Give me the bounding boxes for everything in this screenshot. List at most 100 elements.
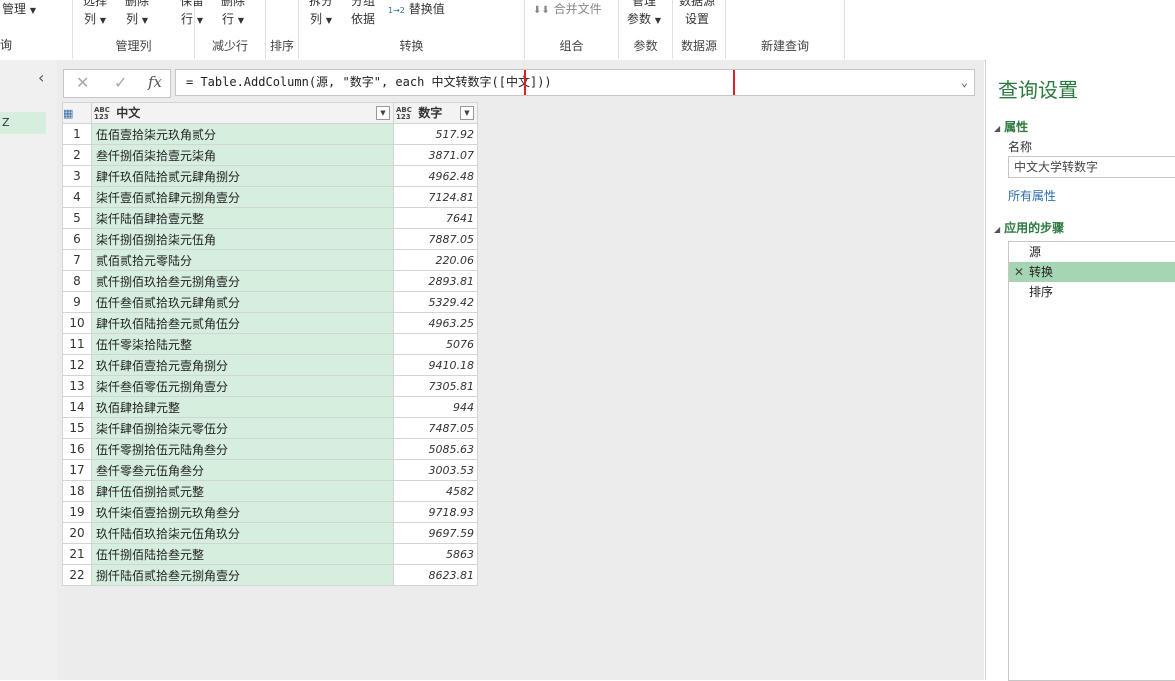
filter-dropdown-icon[interactable]: ▼ bbox=[460, 106, 474, 120]
query-name-input[interactable]: 中文大学转数字 bbox=[1008, 156, 1175, 178]
table-row[interactable]: 15 柒仟肆佰捌拾柒元零伍分 7487.05 bbox=[62, 417, 478, 439]
column-header-chinese[interactable]: ABC 123 中文 ▼ bbox=[91, 102, 394, 124]
cell-chinese[interactable]: 肆仟玖佰陆拾叁元贰角伍分 bbox=[91, 312, 394, 334]
cell-chinese[interactable]: 伍仟捌佰陆拾叁元整 bbox=[91, 543, 394, 565]
delete-step-icon[interactable]: ✕ bbox=[1014, 262, 1024, 282]
row-number[interactable]: 19 bbox=[62, 501, 92, 523]
cell-number[interactable]: 7487.05 bbox=[393, 417, 478, 439]
row-number[interactable]: 8 bbox=[62, 270, 92, 292]
cell-number[interactable]: 4962.48 bbox=[393, 165, 478, 187]
manage-button[interactable]: 管理 ▼ bbox=[2, 0, 36, 20]
table-row[interactable]: 20 玖仟陆佰玖拾柒元伍角玖分 9697.59 bbox=[62, 522, 478, 544]
table-row[interactable]: 17 叁仟零叁元伍角叁分 3003.53 bbox=[62, 459, 478, 481]
properties-section-header[interactable]: ◢ 属性 bbox=[994, 118, 1028, 135]
manage-parameters-button[interactable]: 管理 参数 ▼ bbox=[627, 0, 661, 30]
cancel-icon[interactable]: ✕ bbox=[76, 73, 89, 92]
row-number[interactable]: 21 bbox=[62, 543, 92, 565]
table-row[interactable]: 21 伍仟捌佰陆拾叁元整 5863 bbox=[62, 543, 478, 565]
row-number[interactable]: 22 bbox=[62, 564, 92, 586]
confirm-icon[interactable]: ✓ bbox=[114, 73, 127, 92]
row-number[interactable]: 10 bbox=[62, 312, 92, 334]
chevron-left-icon[interactable]: ‹ bbox=[38, 68, 44, 87]
cell-number[interactable]: 2893.81 bbox=[393, 270, 478, 292]
cell-chinese[interactable]: 肆仟伍佰捌拾贰元整 bbox=[91, 480, 394, 502]
cell-number[interactable]: 5329.42 bbox=[393, 291, 478, 313]
cell-number[interactable]: 7887.05 bbox=[393, 228, 478, 250]
cell-chinese[interactable]: 捌仟陆佰贰拾叁元捌角壹分 bbox=[91, 564, 394, 586]
table-row[interactable]: 3 肆仟玖佰陆拾贰元肆角捌分 4962.48 bbox=[62, 165, 478, 187]
cell-number[interactable]: 517.92 bbox=[393, 123, 478, 145]
cell-chinese[interactable]: 伍佰壹拾柒元玖角贰分 bbox=[91, 123, 394, 145]
replace-values-button[interactable]: 1→2 替换值 bbox=[388, 0, 445, 20]
row-number[interactable]: 1 bbox=[62, 123, 92, 145]
row-number[interactable]: 15 bbox=[62, 417, 92, 439]
row-number[interactable]: 6 bbox=[62, 228, 92, 250]
cell-chinese[interactable]: 玖佰肆拾肆元整 bbox=[91, 396, 394, 418]
table-row[interactable]: 6 柒仟捌佰捌拾柒元伍角 7887.05 bbox=[62, 228, 478, 250]
cell-chinese[interactable]: 伍仟零捌拾伍元陆角叁分 bbox=[91, 438, 394, 460]
row-number[interactable]: 5 bbox=[62, 207, 92, 229]
cell-number[interactable]: 4963.25 bbox=[393, 312, 478, 334]
row-number[interactable]: 16 bbox=[62, 438, 92, 460]
table-menu-button[interactable]: ▦ bbox=[62, 102, 92, 124]
cell-chinese[interactable]: 伍仟叁佰贰拾玖元肆角贰分 bbox=[91, 291, 394, 313]
cell-number[interactable]: 9718.93 bbox=[393, 501, 478, 523]
table-row[interactable]: 22 捌仟陆佰贰拾叁元捌角壹分 8623.81 bbox=[62, 564, 478, 586]
cell-number[interactable]: 944 bbox=[393, 396, 478, 418]
table-row[interactable]: 9 伍仟叁佰贰拾玖元肆角贰分 5329.42 bbox=[62, 291, 478, 313]
row-number[interactable]: 20 bbox=[62, 522, 92, 544]
cell-chinese[interactable]: 玖仟肆佰壹拾元壹角捌分 bbox=[91, 354, 394, 376]
cell-chinese[interactable]: 柒仟肆佰捌拾柒元零伍分 bbox=[91, 417, 394, 439]
row-number[interactable]: 11 bbox=[62, 333, 92, 355]
cell-number[interactable]: 220.06 bbox=[393, 249, 478, 271]
cell-chinese[interactable]: 玖仟柒佰壹拾捌元玖角叁分 bbox=[91, 501, 394, 523]
remove-rows-button[interactable]: 删除 行 ▼ bbox=[221, 0, 245, 30]
cell-number[interactable]: 3003.53 bbox=[393, 459, 478, 481]
cell-chinese[interactable]: 贰佰贰拾元零陆分 bbox=[91, 249, 394, 271]
row-number[interactable]: 13 bbox=[62, 375, 92, 397]
table-row[interactable]: 19 玖仟柒佰壹拾捌元玖角叁分 9718.93 bbox=[62, 501, 478, 523]
row-number[interactable]: 18 bbox=[62, 480, 92, 502]
row-number[interactable]: 4 bbox=[62, 186, 92, 208]
cell-number[interactable]: 5085.63 bbox=[393, 438, 478, 460]
cell-number[interactable]: 7124.81 bbox=[393, 186, 478, 208]
filter-dropdown-icon[interactable]: ▼ bbox=[376, 106, 390, 120]
formula-input[interactable]: = Table.AddColumn(源, "数字", each 中文转数字([中… bbox=[175, 69, 975, 96]
table-row[interactable]: 8 贰仟捌佰玖拾叁元捌角壹分 2893.81 bbox=[62, 270, 478, 292]
cell-number[interactable]: 5076 bbox=[393, 333, 478, 355]
group-by-button[interactable]: 分组 依据 bbox=[351, 0, 375, 28]
cell-number[interactable]: 5863 bbox=[393, 543, 478, 565]
chevron-down-icon[interactable]: ⌄ bbox=[961, 70, 968, 95]
fx-icon[interactable]: fx bbox=[148, 73, 162, 91]
applied-step[interactable]: ✕ 转换 bbox=[1009, 262, 1175, 282]
keep-rows-button[interactable]: 保留 行 ▼ bbox=[180, 0, 204, 30]
table-row[interactable]: 1 伍佰壹拾柒元玖角贰分 517.92 bbox=[62, 123, 478, 145]
merge-files-button[interactable]: ⬇⬇ 合并文件 bbox=[533, 0, 602, 20]
row-number[interactable]: 2 bbox=[62, 144, 92, 166]
cell-chinese[interactable]: 玖仟陆佰玖拾柒元伍角玖分 bbox=[91, 522, 394, 544]
applied-step[interactable]: 排序 bbox=[1009, 282, 1175, 302]
all-properties-link[interactable]: 所有属性 bbox=[1008, 187, 1056, 204]
selected-query-item[interactable]: Z bbox=[0, 112, 46, 134]
cell-number[interactable]: 9410.18 bbox=[393, 354, 478, 376]
datasource-settings-button[interactable]: 数据源 设置 bbox=[679, 0, 715, 28]
cell-number[interactable]: 7641 bbox=[393, 207, 478, 229]
table-row[interactable]: 11 伍仟零柒拾陆元整 5076 bbox=[62, 333, 478, 355]
applied-steps-section-header[interactable]: ◢ 应用的步骤 bbox=[994, 219, 1064, 236]
cell-number[interactable]: 4582 bbox=[393, 480, 478, 502]
table-row[interactable]: 12 玖仟肆佰壹拾元壹角捌分 9410.18 bbox=[62, 354, 478, 376]
cell-chinese[interactable]: 柒仟捌佰捌拾柒元伍角 bbox=[91, 228, 394, 250]
cell-chinese[interactable]: 伍仟零柒拾陆元整 bbox=[91, 333, 394, 355]
cell-number[interactable]: 3871.07 bbox=[393, 144, 478, 166]
cell-chinese[interactable]: 柒仟叁佰零伍元捌角壹分 bbox=[91, 375, 394, 397]
cell-number[interactable]: 7305.81 bbox=[393, 375, 478, 397]
table-row[interactable]: 2 叁仟捌佰柒拾壹元柒角 3871.07 bbox=[62, 144, 478, 166]
table-row[interactable]: 7 贰佰贰拾元零陆分 220.06 bbox=[62, 249, 478, 271]
choose-columns-button[interactable]: 选择 列 ▼ bbox=[83, 0, 107, 30]
table-row[interactable]: 10 肆仟玖佰陆拾叁元贰角伍分 4963.25 bbox=[62, 312, 478, 334]
row-number[interactable]: 9 bbox=[62, 291, 92, 313]
row-number[interactable]: 3 bbox=[62, 165, 92, 187]
cell-number[interactable]: 9697.59 bbox=[393, 522, 478, 544]
cell-number[interactable]: 8623.81 bbox=[393, 564, 478, 586]
cell-chinese[interactable]: 叁仟零叁元伍角叁分 bbox=[91, 459, 394, 481]
